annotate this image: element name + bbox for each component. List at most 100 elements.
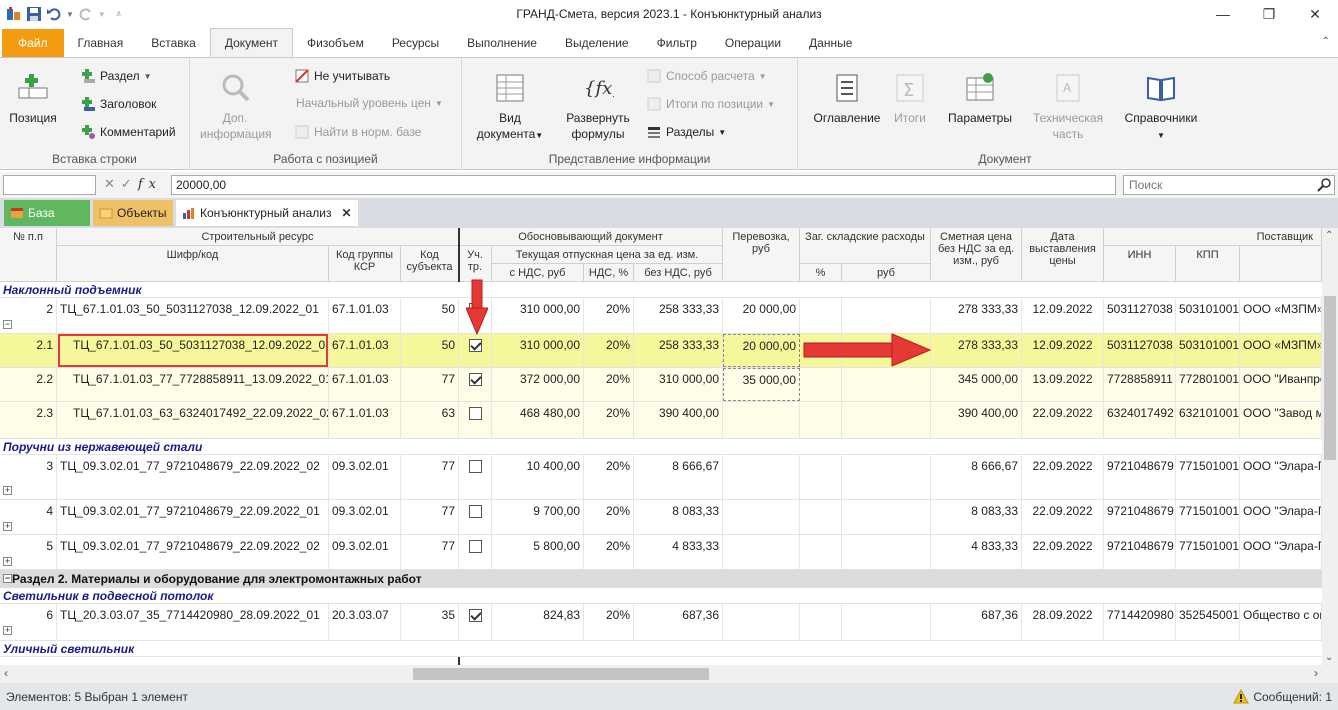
- table-row[interactable]: 3 ТЦ_09.3.02.01_77_9721048679_22.09.2022_…: [0, 455, 1322, 500]
- cell-tr[interactable]: 20 000,00: [723, 298, 800, 333]
- cell-est[interactable]: 8 083,33: [931, 500, 1022, 534]
- cell-code[interactable]: ТЦ_09.3.02.01_77_9721048679_22.09.2022_0…: [57, 455, 329, 499]
- table-row[interactable]: 2.2 ТЦ_67.1.01.03_77_7728858911_13.09.202…: [0, 368, 1322, 402]
- cell-tr[interactable]: [723, 535, 800, 569]
- cell-code[interactable]: ТЦ_09.3.02.01_77_9721048679_22.09.2022_0…: [57, 535, 329, 569]
- cell-vat[interactable]: 20%: [584, 334, 634, 367]
- undo-icon[interactable]: [46, 6, 62, 22]
- cell-inn[interactable]: 7714420980: [1104, 604, 1176, 640]
- include-checkbox[interactable]: [468, 505, 482, 519]
- cell-date[interactable]: 22.09.2022: [1022, 500, 1104, 534]
- col-header-estimate[interactable]: Сметная цена без НДС за ед. изм., руб: [931, 228, 1022, 282]
- horizontal-scrollbar[interactable]: ‹ ›: [0, 665, 1338, 683]
- redo-dropdown-icon[interactable]: ▼: [98, 10, 106, 19]
- cell-net[interactable]: 4 833,33: [634, 535, 723, 569]
- cell-kpp[interactable]: 772801001: [1176, 368, 1240, 401]
- expand-icon[interactable]: +: [3, 486, 12, 495]
- save-icon[interactable]: [26, 6, 42, 22]
- col-header-code[interactable]: Шифр/код: [57, 246, 329, 282]
- cell-net[interactable]: 310 000,00: [634, 368, 723, 401]
- search-icon[interactable]: [1316, 177, 1332, 193]
- cell-rub[interactable]: [842, 535, 931, 569]
- col-header-kpp[interactable]: КПП: [1176, 246, 1240, 282]
- cell-subj[interactable]: 50: [401, 334, 459, 367]
- cell-chk[interactable]: [459, 368, 492, 401]
- cell-pct[interactable]: [800, 402, 842, 438]
- ignore-button[interactable]: Не учитывать: [294, 68, 390, 84]
- fx-icon[interactable]: fx: [138, 177, 162, 192]
- cell-date[interactable]: 22.09.2022: [1022, 535, 1104, 569]
- cell-vat_price[interactable]: 824,83: [492, 604, 584, 640]
- cell-ksr[interactable]: 67.1.01.03: [329, 368, 401, 401]
- calc-method-dropdown[interactable]: Способ расчета ▼: [646, 68, 767, 84]
- include-checkbox[interactable]: [468, 460, 482, 474]
- doc-view-button[interactable]: Вид документа▼: [472, 72, 548, 144]
- search-input[interactable]: Поиск: [1123, 175, 1335, 195]
- cell-subj[interactable]: 50: [401, 298, 459, 333]
- cell-inn[interactable]: 5031127038: [1104, 334, 1176, 367]
- cell-subj[interactable]: 35: [401, 604, 459, 640]
- include-checkbox[interactable]: [468, 373, 482, 387]
- vertical-scroll-thumb[interactable]: [1324, 296, 1336, 460]
- tab-document[interactable]: Документ: [209, 28, 294, 57]
- cell-vat_price[interactable]: 9 700,00: [492, 500, 584, 534]
- tab-filter[interactable]: Фильтр: [643, 29, 711, 57]
- cell-tr[interactable]: [723, 604, 800, 640]
- references-button[interactable]: Справочники ▼: [1116, 72, 1206, 144]
- col-header-storage-pct[interactable]: %: [800, 264, 842, 282]
- cell-est[interactable]: 345 000,00: [931, 368, 1022, 401]
- cell-code[interactable]: ТЦ_20.3.03.07_35_7714420980_28.09.2022_0…: [57, 604, 329, 640]
- vertical-scrollbar[interactable]: ⌃ ⌄: [1322, 228, 1338, 665]
- cell-n[interactable]: 2.2: [0, 368, 57, 401]
- cell-n[interactable]: 2.1: [0, 334, 57, 367]
- cell-date[interactable]: 28.09.2022: [1022, 604, 1104, 640]
- cell-code[interactable]: ТЦ_67.1.01.03_50_5031127038_12.09.2022_0…: [57, 334, 329, 367]
- cell-inn[interactable]: 6324017492: [1104, 402, 1176, 438]
- scroll-right-icon[interactable]: ›: [1314, 666, 1318, 680]
- cell-kpp[interactable]: 632101001: [1176, 402, 1240, 438]
- cell-subj[interactable]: 77: [401, 535, 459, 569]
- col-header-transport[interactable]: Перевозка, руб: [723, 228, 800, 282]
- include-checkbox[interactable]: [468, 407, 482, 421]
- cell-sup[interactable]: ООО "Элара-Пл: [1240, 455, 1322, 499]
- col-header-ksr[interactable]: Код группы КСР: [329, 246, 401, 282]
- col-header-storage-rub[interactable]: руб: [842, 264, 931, 282]
- cell-vat_price[interactable]: 468 480,00: [492, 402, 584, 438]
- col-header-supplier[interactable]: Поставщик: [1104, 228, 1322, 246]
- cell-sup[interactable]: ООО "Иванпром: [1240, 368, 1322, 401]
- cell-date[interactable]: 22.09.2022: [1022, 455, 1104, 499]
- cell-sup[interactable]: ООО "Завод ме: [1240, 402, 1322, 438]
- cell-pct[interactable]: [800, 298, 842, 333]
- cell-ksr[interactable]: 09.3.02.01: [329, 535, 401, 569]
- customize-qa-icon[interactable]: ⩡: [116, 9, 122, 20]
- cell-inn[interactable]: 7728858911: [1104, 368, 1176, 401]
- cell-date[interactable]: 12.09.2022: [1022, 334, 1104, 367]
- comment-button[interactable]: Комментарий: [80, 124, 176, 140]
- col-header-subject[interactable]: Код субъекта: [401, 246, 459, 282]
- scroll-down-icon[interactable]: ⌄: [1325, 652, 1333, 663]
- cancel-icon[interactable]: ✕: [104, 176, 121, 191]
- cell-kpp[interactable]: 771501001: [1176, 500, 1240, 534]
- parameters-button[interactable]: Параметры: [942, 72, 1018, 126]
- col-header-current-price[interactable]: Текущая отпускная цена за ед. изм.: [492, 246, 723, 264]
- cell-chk[interactable]: [459, 500, 492, 534]
- cell-vat_price[interactable]: 5 800,00: [492, 535, 584, 569]
- cell-ksr[interactable]: 67.1.01.03: [329, 334, 401, 367]
- cell-tr[interactable]: 20 000,00: [723, 334, 800, 367]
- section-row-2[interactable]: − Раздел 2. Материалы и оборудование для …: [0, 570, 1322, 588]
- close-tab-icon[interactable]: ✕: [341, 200, 351, 226]
- table-row[interactable]: 6 ТЦ_20.3.03.07_35_7714420980_28.09.2022_…: [0, 604, 1322, 641]
- cell-sup[interactable]: ООО «МЗПМ»: [1240, 298, 1322, 333]
- cell-ksr[interactable]: 20.3.03.07: [329, 604, 401, 640]
- header-button[interactable]: Заголовок: [80, 96, 156, 112]
- cell-tr[interactable]: 35 000,00: [723, 368, 800, 401]
- totals-button[interactable]: Σ Итоги: [890, 72, 930, 126]
- sections-dropdown[interactable]: Разделы ▼: [646, 124, 726, 140]
- scroll-up-icon[interactable]: ⌃: [1325, 230, 1333, 241]
- col-header-num[interactable]: № п.п: [0, 228, 57, 282]
- cell-ksr[interactable]: 67.1.01.03: [329, 402, 401, 438]
- cell-vat[interactable]: 20%: [584, 604, 634, 640]
- cell-pct[interactable]: [800, 604, 842, 640]
- cell-date[interactable]: 22.09.2022: [1022, 402, 1104, 438]
- expand-icon[interactable]: +: [3, 557, 12, 566]
